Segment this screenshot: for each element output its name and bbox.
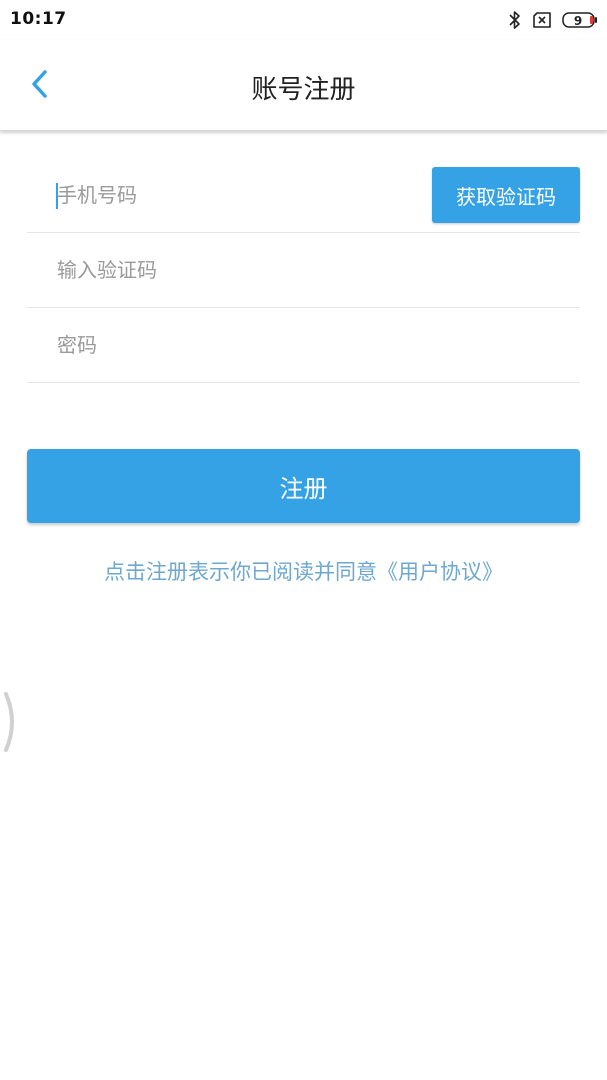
sim-off-icon xyxy=(532,12,552,28)
bluetooth-icon xyxy=(508,10,522,30)
edge-swipe-handle[interactable] xyxy=(0,690,20,754)
user-agreement-link[interactable]: 点击注册表示你已阅读并同意《用户协议》 xyxy=(0,556,607,586)
app-bar: 账号注册 xyxy=(0,40,607,131)
verification-code-input[interactable] xyxy=(57,233,557,307)
battery-level-text: 9 xyxy=(574,14,582,28)
status-time: 10:17 xyxy=(10,9,67,29)
code-row xyxy=(27,233,580,308)
page-title: 账号注册 xyxy=(251,75,356,105)
password-input[interactable] xyxy=(57,308,557,382)
register-button[interactable]: 注册 xyxy=(27,449,580,523)
register-form: 获取验证码 xyxy=(27,158,580,383)
password-row xyxy=(27,308,580,383)
register-screen: 10:17 9 账号注册 手机号码 获取验证码 输入验证码 注册 点击注册表示你… xyxy=(0,0,607,1080)
phone-input[interactable] xyxy=(57,158,417,232)
get-code-button[interactable]: 获取验证码 xyxy=(432,167,580,223)
status-bar: 10:17 9 xyxy=(0,0,607,40)
status-icons: 9 xyxy=(508,9,598,31)
phone-row: 获取验证码 xyxy=(27,158,580,233)
battery-icon: 9 xyxy=(562,11,598,29)
